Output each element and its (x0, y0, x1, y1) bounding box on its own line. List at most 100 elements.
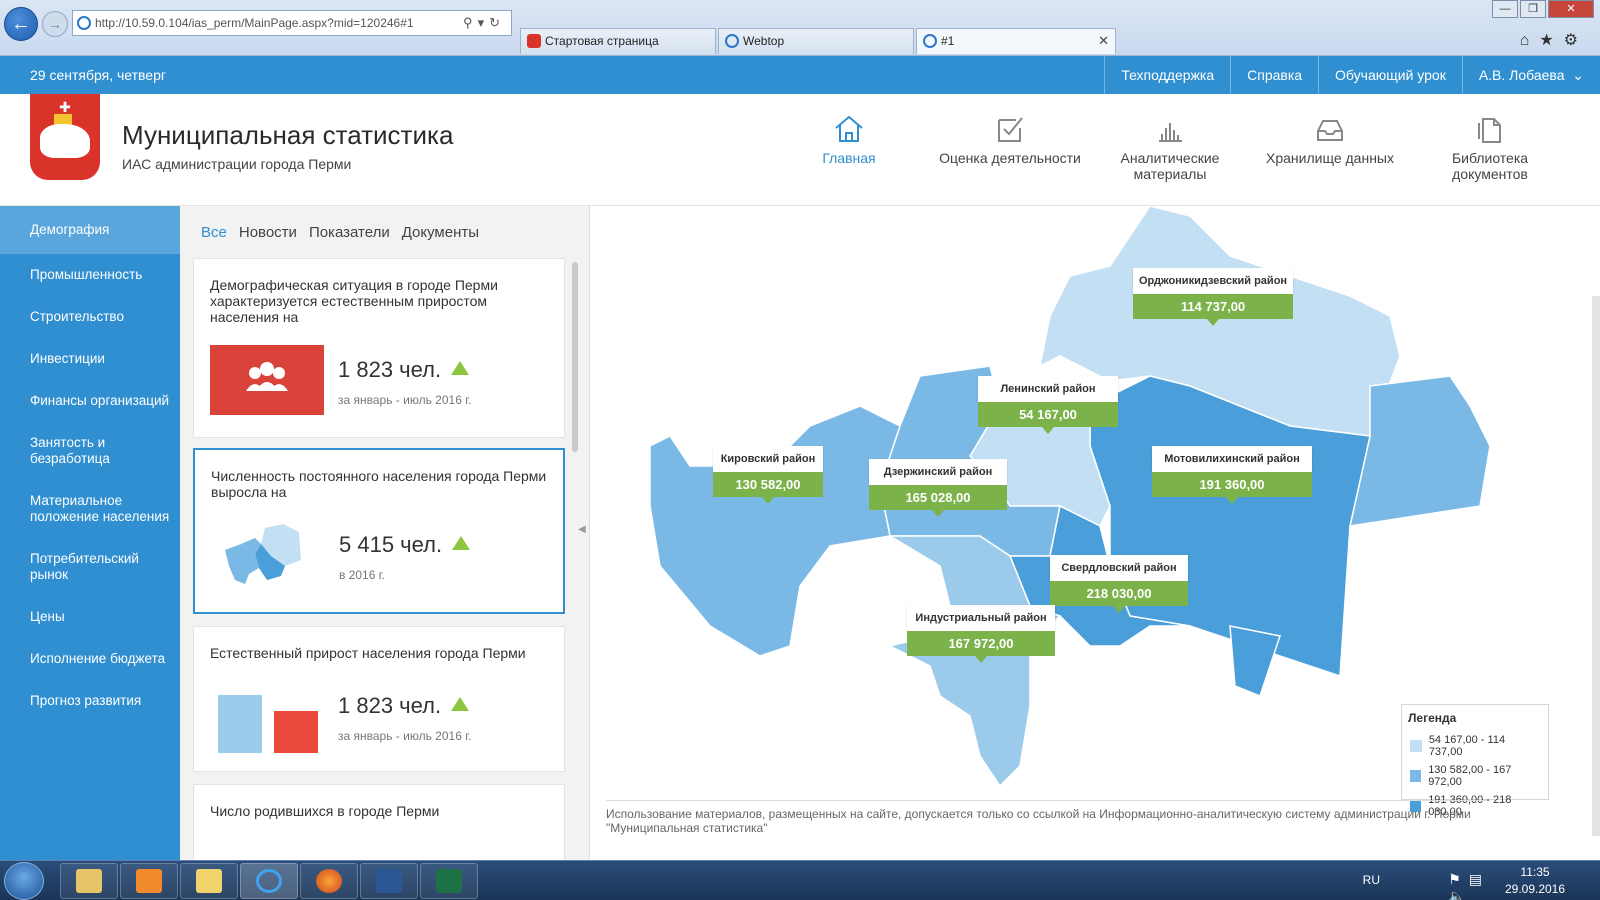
tab-documents[interactable]: Документы (402, 224, 479, 241)
tab-start-page[interactable]: Стартовая страница (520, 28, 716, 54)
support-link[interactable]: Техподдержка (1104, 56, 1230, 94)
district-value: 165 028,00 (869, 485, 1007, 517)
collapse-panel-icon[interactable]: ◀ (578, 524, 586, 535)
tab-news[interactable]: Новости (239, 224, 297, 241)
tab-current[interactable]: #1 ✕ (916, 28, 1116, 54)
nav-library[interactable]: Библиотека документов (1415, 114, 1565, 182)
indicator-card[interactable]: Число родившихся в городе Перми (193, 784, 565, 860)
district-name: Свердловский район (1050, 555, 1188, 581)
page-scrollbar[interactable] (1592, 296, 1600, 836)
card-value-text: 1 823 чел. (338, 693, 442, 718)
sidebar-item-investments[interactable]: Инвестиции (0, 338, 180, 380)
ie-app[interactable] (240, 863, 298, 899)
tutorial-link[interactable]: Обучающий урок (1318, 56, 1462, 94)
sidebar-item-forecast[interactable]: Прогноз развития (0, 680, 180, 722)
nav-label: Главная (822, 150, 876, 166)
house-icon (835, 115, 863, 142)
district-name: Орджоникидзевский район (1133, 268, 1293, 294)
district-label-dzerzhinsky[interactable]: Дзержинский район 165 028,00 (869, 459, 1007, 517)
up-arrow-icon (451, 697, 470, 711)
clock-time: 11:35 (1520, 865, 1550, 879)
nav-home[interactable]: Главная (774, 114, 924, 166)
district-kirovsky[interactable] (649, 405, 901, 657)
tab-all[interactable]: Все (201, 224, 227, 241)
district-value: 167 972,00 (907, 631, 1055, 663)
district-label-leninsky[interactable]: Ленинский район 54 167,00 (978, 376, 1118, 434)
sidebar-item-employment[interactable]: Занятость и безработица (0, 422, 180, 480)
sidebar-item-finances[interactable]: Финансы организаций (0, 380, 180, 422)
nav-analytics[interactable]: Аналитические материалы (1095, 114, 1245, 182)
sidebar-item-welfare[interactable]: Материальное положение населения (0, 480, 180, 538)
feed-scrollbar[interactable] (572, 262, 578, 452)
mail-app[interactable] (180, 863, 238, 899)
tab-webtop[interactable]: Webtop (718, 28, 914, 54)
district-label-motovilikhinsky[interactable]: Мотовилихинский район 191 360,00 (1152, 446, 1312, 504)
close-window-icon[interactable]: ✕ (1548, 0, 1594, 18)
word-app[interactable] (360, 863, 418, 899)
back-button[interactable]: ← (4, 7, 38, 41)
legend-row: 54 167,00 - 114 737,00 (1402, 731, 1548, 761)
nav-label: Хранилище данных (1266, 150, 1394, 166)
district-label-kirovsky[interactable]: Кировский район 130 582,00 (713, 446, 823, 504)
legend-range: 54 167,00 - 114 737,00 (1428, 734, 1506, 758)
home-icon[interactable]: ⌂ (1520, 32, 1540, 49)
district-label-industrialny[interactable]: Индустриальный район 167 972,00 (907, 605, 1055, 663)
indicator-card[interactable]: Естественный прирост населения города Пе… (193, 626, 565, 772)
copyright-notice: Использование материалов, размещенных на… (606, 800, 1486, 860)
district-motovilikhinsky-south[interactable] (1229, 625, 1281, 697)
current-date: 29 сентября, четверг (30, 67, 166, 83)
nav-rating[interactable]: Оценка деятельности (935, 114, 1085, 166)
minimize-icon[interactable]: — (1492, 0, 1518, 18)
network-icon[interactable]: ▤ (1469, 871, 1490, 887)
district-label-sverdlovsky[interactable]: Свердловский район 218 030,00 (1050, 555, 1188, 613)
card-image (210, 345, 324, 415)
explorer-app[interactable] (60, 863, 118, 899)
language-indicator[interactable]: RU (1363, 873, 1380, 887)
flag-icon[interactable]: ⚑ (1448, 871, 1469, 887)
sidebar-item-industry[interactable]: Промышленность (0, 254, 180, 296)
site-favicon-icon (527, 34, 541, 48)
envelope-icon (196, 869, 222, 893)
site-subtitle: ИАС администрации города Перми (122, 156, 352, 172)
sidebar-item-budget[interactable]: Исполнение бюджета (0, 638, 180, 680)
favorites-star-icon[interactable]: ★ (1539, 32, 1563, 49)
district-ordzhonikidzevsky-east[interactable] (1349, 375, 1491, 527)
district-label-ordzhonikidzevsky[interactable]: Орджоникидзевский район 114 737,00 (1133, 268, 1293, 326)
sidebar-item-construction[interactable]: Строительство (0, 296, 180, 338)
district-name: Дзержинский район (869, 459, 1007, 485)
sidebar-item-prices[interactable]: Цены (0, 596, 180, 638)
restore-icon[interactable]: ❐ (1520, 0, 1546, 18)
clock[interactable]: 11:35 29.09.2016 (1500, 864, 1570, 898)
volume-icon[interactable]: 🔈 (1448, 888, 1473, 900)
district-value: 218 030,00 (1050, 581, 1188, 613)
indicator-card[interactable]: Демографическая ситуация в городе Перми … (193, 258, 565, 438)
sidebar-item-demography[interactable]: Демография (0, 206, 180, 254)
sidebar-item-consumer-market[interactable]: Потребительский рынок (0, 538, 180, 596)
media-player-app[interactable] (120, 863, 178, 899)
tab-indicators[interactable]: Показатели (309, 224, 390, 241)
documents-icon (1478, 118, 1501, 143)
user-menu[interactable]: А.В. Лобаева ⌄ (1461, 56, 1600, 94)
browser-toolbar: ← → http://10.59.0.104/ias_perm/MainPage… (0, 0, 1600, 56)
close-tab-icon[interactable]: ✕ (1098, 29, 1109, 53)
excel-app[interactable] (420, 863, 478, 899)
nav-storage[interactable]: Хранилище данных (1255, 114, 1405, 166)
gear-icon[interactable]: ⚙ (1564, 32, 1588, 49)
search-refresh-icons[interactable]: ⚲▾↻ (463, 11, 505, 35)
legend-row: 130 582,00 - 167 972,00 (1402, 761, 1548, 791)
start-button[interactable] (4, 862, 44, 900)
district-name: Кировский район (713, 446, 823, 472)
checkbox-icon (998, 117, 1023, 142)
firefox-app[interactable] (300, 863, 358, 899)
indicator-card[interactable]: Численность постоянного населения города… (193, 448, 565, 614)
district-name: Ленинский район (978, 376, 1118, 402)
bear-icon (40, 124, 90, 158)
user-name: А.В. Лобаева (1478, 67, 1565, 83)
address-bar[interactable]: http://10.59.0.104/ias_perm/MainPage.asp… (72, 10, 512, 36)
help-link[interactable]: Справка (1230, 56, 1318, 94)
forward-button[interactable]: → (42, 11, 68, 37)
coat-of-arms-logo[interactable]: ✚ (30, 94, 100, 180)
tab-label: Webtop (743, 34, 785, 48)
ie-icon (77, 16, 91, 30)
card-value: 1 823 чел. (338, 693, 470, 719)
